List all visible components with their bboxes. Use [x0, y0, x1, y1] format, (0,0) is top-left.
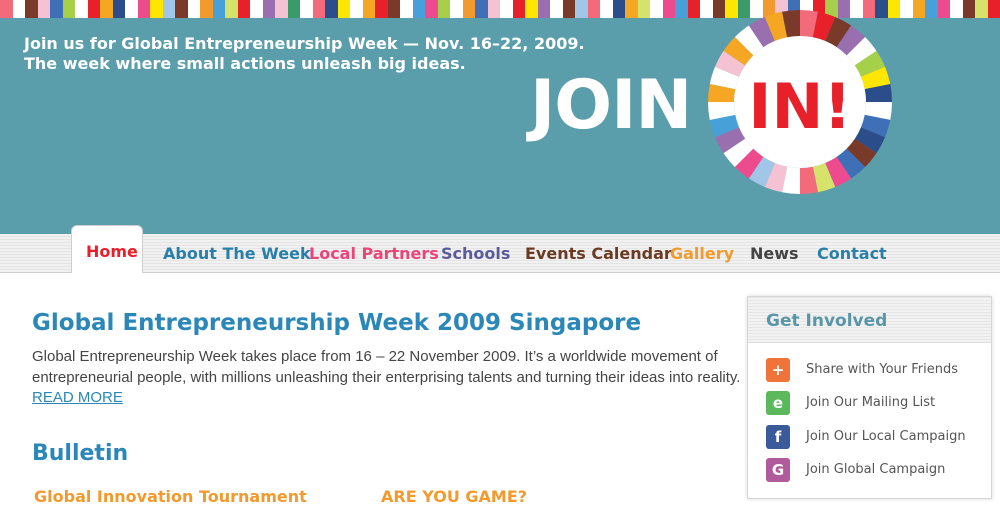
color-stripe: [62, 0, 75, 18]
tagline-line-2: The week where small actions unleash big…: [24, 54, 466, 73]
color-stripe: [212, 0, 225, 18]
color-stripe: [25, 0, 38, 18]
color-stripe: [125, 0, 138, 18]
color-stripe: [512, 0, 525, 18]
bulletin-item-are-you-game[interactable]: ARE YOU GAME?: [381, 487, 527, 507]
color-stripe: [162, 0, 175, 18]
color-stripe: [450, 0, 463, 18]
mailing-list-label: Join Our Mailing List: [806, 395, 936, 410]
color-stripe: [600, 0, 613, 18]
color-stripe: [137, 0, 150, 18]
nav-news[interactable]: News: [750, 245, 799, 263]
color-stripe: [87, 0, 100, 18]
color-stripe: [487, 0, 500, 18]
color-stripe: [925, 0, 938, 18]
share-with-friends-link[interactable]: + Share with Your Friends: [766, 358, 986, 384]
color-stripe: [0, 0, 13, 18]
color-stripe: [437, 0, 450, 18]
color-stripe: [425, 0, 438, 18]
color-stripe: [300, 0, 313, 18]
plus-icon: +: [766, 358, 790, 382]
color-stripe: [500, 0, 513, 18]
nav-about-the-week[interactable]: About The Week: [163, 245, 311, 263]
nav-home[interactable]: Home: [86, 243, 138, 261]
color-stripe: [400, 0, 413, 18]
color-stripe: [287, 0, 300, 18]
color-stripe: [525, 0, 538, 18]
color-stripe: [975, 0, 988, 18]
tagline-line-1: Join us for Global Entrepreneurship Week…: [24, 34, 585, 53]
color-stripe: [337, 0, 350, 18]
color-stripe: [950, 0, 963, 18]
color-stripe: [962, 0, 975, 18]
nav-contact[interactable]: Contact: [817, 245, 887, 263]
color-stripe: [550, 0, 563, 18]
color-stripe: [100, 0, 113, 18]
color-stripe: [312, 0, 325, 18]
color-stripe: [275, 0, 288, 18]
color-stripe: [75, 0, 88, 18]
color-stripe: [912, 0, 925, 18]
bulletin-item-innovation-tournament[interactable]: Global Innovation Tournament: [34, 487, 307, 507]
mailing-list-link[interactable]: e Join Our Mailing List: [766, 391, 986, 417]
color-stripe: [637, 0, 650, 18]
color-stripe: [475, 0, 488, 18]
bulletin-heading: Bulletin: [32, 441, 129, 466]
get-involved-panel: Get Involved + Share with Your Friends e…: [747, 296, 992, 499]
join-in-logo-word: JOIN: [530, 66, 692, 145]
intro-paragraph: Global Entrepreneurship Week takes place…: [32, 347, 744, 409]
color-stripe: [675, 0, 688, 18]
nav-gallery[interactable]: Gallery: [670, 245, 734, 263]
color-stripe: [112, 0, 125, 18]
color-stripe: [12, 0, 25, 18]
color-stripe: [587, 0, 600, 18]
color-stripe: [187, 0, 200, 18]
share-with-friends-label: Share with Your Friends: [806, 362, 958, 377]
color-stripe: [175, 0, 188, 18]
nav-schools[interactable]: Schools: [441, 245, 510, 263]
color-stripe: [362, 0, 375, 18]
read-more-link[interactable]: READ MORE: [32, 389, 123, 406]
color-stripe: [412, 0, 425, 18]
facebook-icon: f: [766, 425, 790, 449]
color-stripe: [325, 0, 338, 18]
color-stripe: [562, 0, 575, 18]
color-stripe: [537, 0, 550, 18]
nav-events-calendar[interactable]: Events Calendar: [525, 245, 672, 263]
global-campaign-link[interactable]: G Join Global Campaign: [766, 458, 986, 484]
nav-local-partners[interactable]: Local Partners: [309, 245, 439, 263]
color-stripe: [937, 0, 950, 18]
color-stripe: [575, 0, 588, 18]
join-in-logo-in: IN!: [748, 70, 852, 143]
color-stripe: [150, 0, 163, 18]
mail-list-icon: e: [766, 391, 790, 415]
color-stripe: [687, 0, 700, 18]
color-stripe: [387, 0, 400, 18]
color-stripe: [987, 0, 1000, 18]
color-stripe: [462, 0, 475, 18]
color-stripe: [200, 0, 213, 18]
tagline: Join us for Global Entrepreneurship Week…: [24, 34, 585, 74]
local-campaign-label: Join Our Local Campaign: [806, 429, 966, 444]
color-stripe: [662, 0, 675, 18]
color-stripe: [375, 0, 388, 18]
color-stripe: [37, 0, 50, 18]
color-stripe: [350, 0, 363, 18]
color-stripe: [262, 0, 275, 18]
global-campaign-icon: G: [766, 458, 790, 482]
color-stripe: [237, 0, 250, 18]
color-stripe: [250, 0, 263, 18]
color-stripe: [900, 0, 913, 18]
color-stripe: [612, 0, 625, 18]
global-campaign-label: Join Global Campaign: [806, 462, 946, 477]
page-title: Global Entrepreneurship Week 2009 Singap…: [32, 310, 642, 336]
intro-text: Global Entrepreneurship Week takes place…: [32, 348, 741, 386]
color-stripe: [225, 0, 238, 18]
local-campaign-link[interactable]: f Join Our Local Campaign: [766, 425, 986, 451]
get-involved-title: Get Involved: [766, 311, 888, 331]
color-stripe: [625, 0, 638, 18]
color-stripe: [650, 0, 663, 18]
color-stripe: [50, 0, 63, 18]
